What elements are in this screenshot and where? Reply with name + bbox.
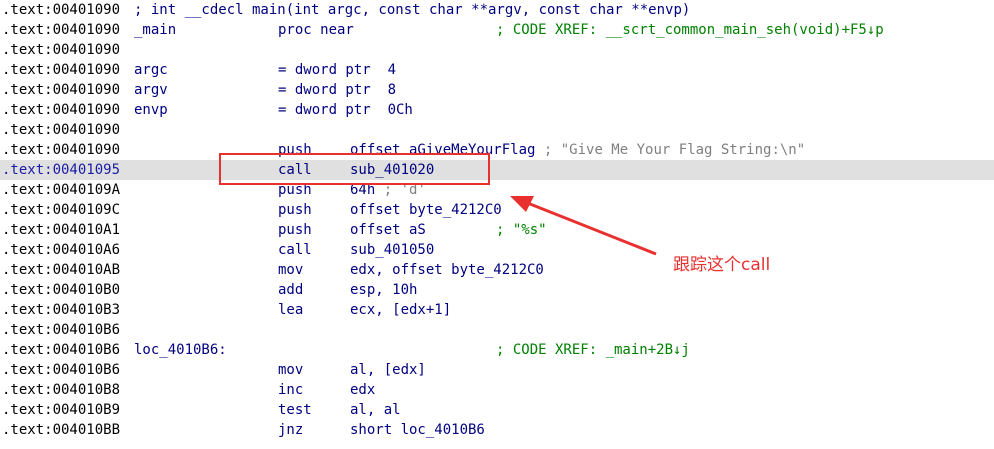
line-address: .text:0040109A [2,182,121,198]
line-address: .text:00401090 [2,82,121,98]
line-mnemonic: proc near [278,22,354,38]
line-operand[interactable]: esp, 10h [350,280,417,300]
xref-comment: ; CODE XREF: _main+2B↓j [496,342,690,358]
operand-text: edx [350,382,376,398]
line-mnemonic: = dword ptr 0Ch [278,102,413,118]
inline-comment: ; "Give Me Your Flag String:\n" [535,142,806,158]
code-line[interactable]: .text:004010B8 inc edx [0,380,994,400]
line-label[interactable]: envp [134,100,168,120]
line-mnemonic: add [278,282,304,298]
operand-text: esp, 10h [350,282,418,298]
line-address: .text:004010B3 [2,302,121,318]
line-mnemonic: = dword ptr 8 [278,82,397,98]
code-line[interactable]: .text:00401090 envp = dword ptr 0Ch [0,100,994,120]
line-mnemonic: push [278,202,312,218]
line-operand[interactable]: offset aS [350,220,426,240]
line-operand[interactable]: offset byte_4212C0 [350,200,502,220]
line-address: .text:004010BB [2,422,121,438]
line-address: .text:004010AB [2,262,121,278]
line-operand[interactable]: al, [edx] [350,360,426,380]
code-line[interactable]: .text:00401090 _main proc near ; CODE XREF:… [0,20,994,40]
line-address: .text:004010B6 [2,322,121,338]
line-address: .text:004010B6 [2,342,121,358]
xref-comment: ; "%s" [496,222,547,238]
line-address: .text:0040109C [2,202,121,218]
line-address: .text:004010B8 [2,382,121,398]
line-address: .text:004010A6 [2,242,121,258]
annotation-text: 跟踪这个call [673,255,771,275]
line-mnemonic: test [278,402,312,418]
code-line[interactable]: .text:00401090 [0,120,994,140]
line-address: .text:004010B9 [2,402,121,418]
code-line-selected[interactable]: .text:00401095 call sub_401020 [0,160,994,180]
code-line[interactable]: .text:004010B6 mov al, [edx] [0,360,994,380]
line-operand[interactable]: short loc_4010B6 [350,420,485,440]
code-line[interactable]: .text:00401090 argc = dword ptr 4 [0,60,994,80]
disassembly-listing: .text:00401090 ; int __cdecl main(int arg… [0,0,994,440]
line-mnemonic: lea [278,302,304,318]
line-label[interactable]: argc [134,60,168,80]
line-mnemonic: mov [278,362,304,378]
code-line[interactable]: .text:004010B6 [0,320,994,340]
operand-text: sub_401050 [350,242,435,258]
operand-text: al, [edx] [350,362,426,378]
line-address: .text:00401095 [2,162,121,178]
operand-text: offset aS [350,222,426,238]
line-address: .text:00401090 [2,102,121,118]
line-address: .text:00401090 [2,142,121,158]
line-address: .text:00401090 [2,122,121,138]
code-line[interactable]: .text:004010A1 push offset aS ; "%s" [0,220,994,240]
code-line[interactable]: .text:004010A6 call sub_401050 [0,240,994,260]
line-address: .text:004010B6 [2,362,121,378]
line-label[interactable]: _main [134,20,176,40]
code-line[interactable]: .text:0040109C push offset byte_4212C0 [0,200,994,220]
code-line[interactable]: .text:00401090 ; int __cdecl main(int arg… [0,0,994,20]
code-line[interactable]: .text:004010B6 loc_4010B6: ; CODE XREF: _m… [0,340,994,360]
highlight-box [219,153,490,185]
line-mnemonic: = dword ptr 4 [278,62,397,78]
line-mnemonic: jnz [278,422,304,438]
line-address: .text:00401090 [2,62,121,78]
line-operand[interactable]: sub_401050 [350,240,434,260]
line-mnemonic: inc [278,382,304,398]
line-operand[interactable]: ecx, [edx+1] [350,300,451,320]
line-mnemonic: mov [278,262,304,278]
code-line[interactable]: .text:004010B3 lea ecx, [edx+1] [0,300,994,320]
line-label[interactable]: argv [134,80,168,100]
line-address: .text:00401090 [2,2,121,18]
code-line[interactable]: .text:00401090 argv = dword ptr 8 [0,80,994,100]
line-mnemonic: call [278,242,312,258]
line-operand[interactable]: edx, offset byte_4212C0 [350,260,544,280]
code-line[interactable]: .text:0040109A push 64h ; 'd' [0,180,994,200]
line-operand[interactable]: al, al [350,400,401,420]
xref-comment: ; CODE XREF: __scrt_common_main_seh(void… [496,22,884,38]
code-line[interactable]: .text:004010B0 add esp, 10h [0,280,994,300]
code-line[interactable]: .text:004010BB jnz short loc_4010B6 [0,420,994,440]
operand-text: al, al [350,402,401,418]
code-line[interactable]: .text:004010B9 test al, al [0,400,994,420]
line-address: .text:004010A1 [2,222,121,238]
function-prototype: ; int __cdecl main(int argc, const char … [134,2,691,18]
line-address: .text:00401090 [2,42,121,58]
line-address: .text:004010B0 [2,282,121,298]
code-line[interactable]: .text:00401090 push offset aGiveMeYourFlag… [0,140,994,160]
line-operand[interactable]: edx [350,380,375,400]
line-address: .text:00401090 [2,22,121,38]
line-mnemonic: push [278,222,312,238]
operand-text: ecx, [edx+1] [350,302,452,318]
line-label[interactable]: loc_4010B6: [134,340,227,360]
operand-text: edx, offset byte_4212C0 [350,262,544,278]
operand-text: offset byte_4212C0 [350,202,502,218]
code-line[interactable]: .text:004010AB mov edx, offset byte_4212C0 [0,260,994,280]
code-line[interactable]: .text:00401090 [0,40,994,60]
operand-text: short loc_4010B6 [350,422,485,438]
